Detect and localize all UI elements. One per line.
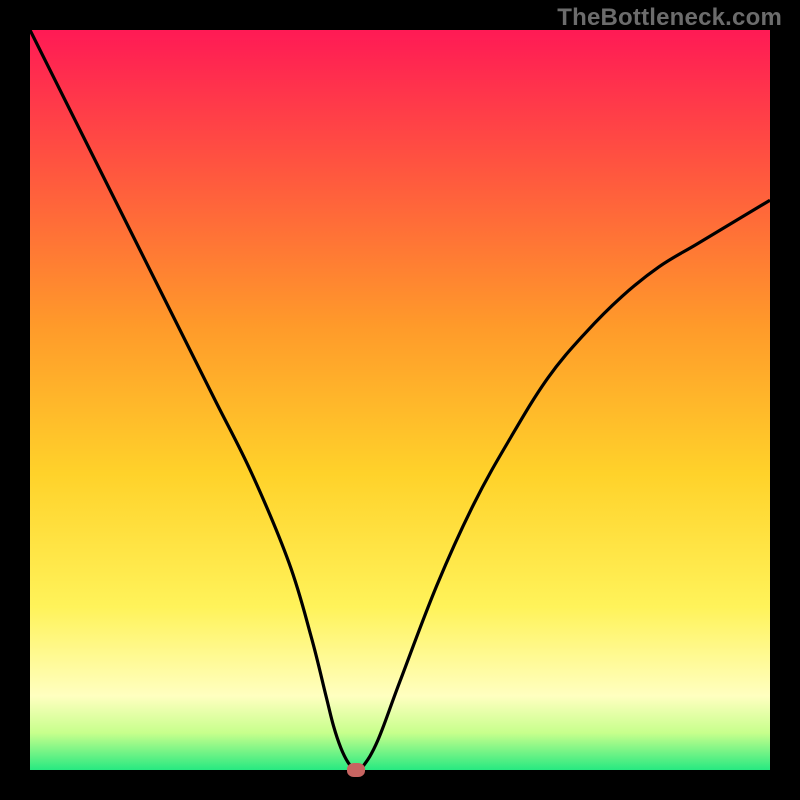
current-config-marker (347, 763, 365, 777)
gradient-background (30, 30, 770, 770)
bottleneck-chart (0, 0, 800, 800)
chart-frame: TheBottleneck.com (0, 0, 800, 800)
watermark-text: TheBottleneck.com (557, 4, 782, 32)
